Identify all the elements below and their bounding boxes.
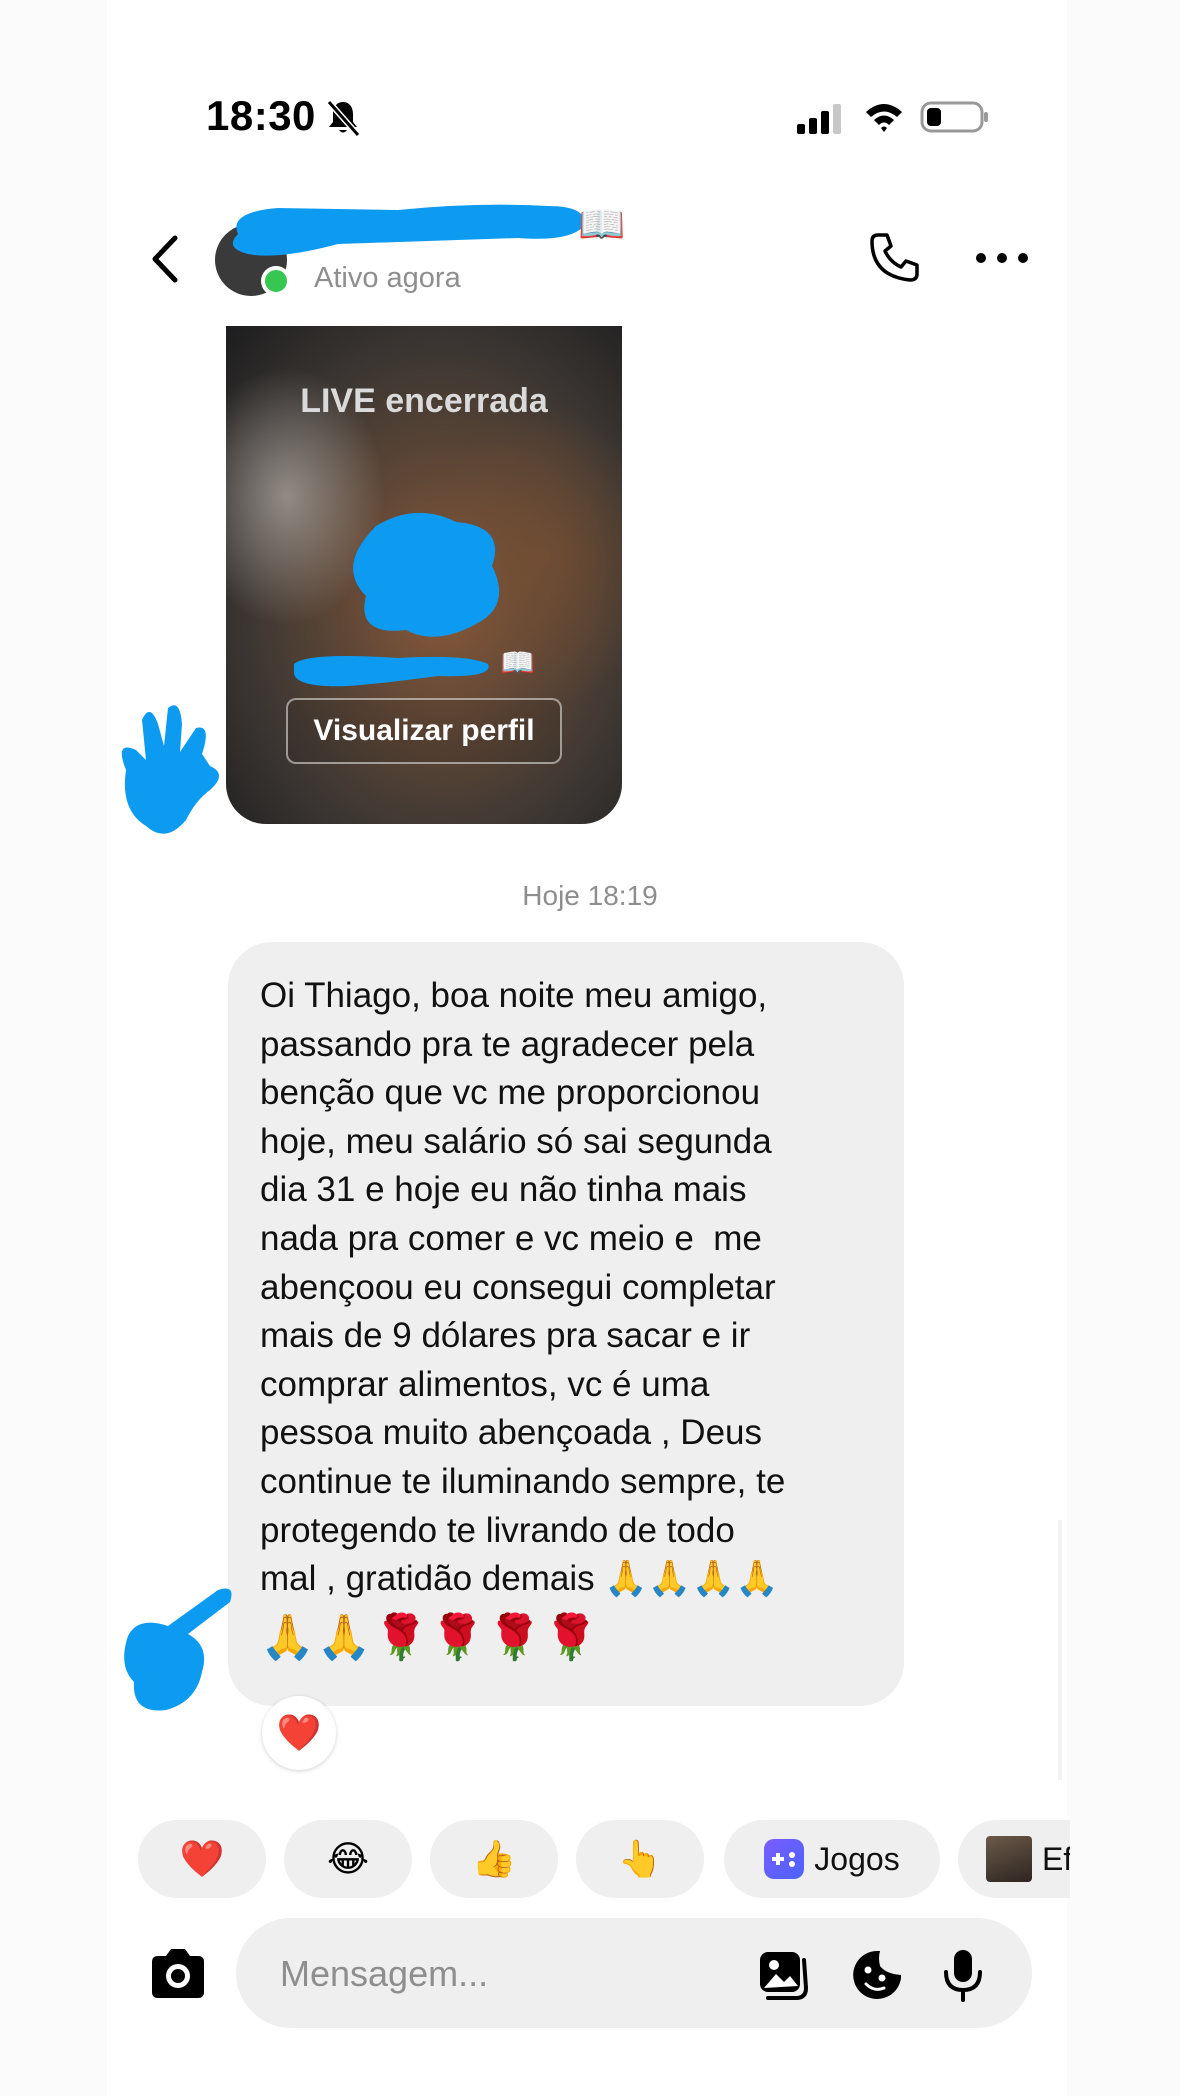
quick-reaction-point-up[interactable]: 👆 bbox=[576, 1820, 704, 1898]
silent-bell-icon bbox=[326, 100, 361, 137]
wifi-icon bbox=[866, 104, 902, 132]
gallery-icon[interactable] bbox=[756, 1948, 810, 2002]
sticker-icon[interactable] bbox=[850, 1948, 904, 2002]
contact-name-emoji: 📖 bbox=[578, 204, 626, 246]
received-message-bubble[interactable]: Oi Thiago, boa noite meu amigo, passando… bbox=[228, 942, 904, 1706]
back-chevron-icon[interactable] bbox=[145, 232, 185, 286]
sender-avatar-redaction bbox=[121, 705, 219, 834]
view-profile-button[interactable]: Visualizar perfil bbox=[286, 698, 562, 764]
games-chip[interactable]: Jogos bbox=[724, 1820, 940, 1898]
message-composer bbox=[236, 1918, 1032, 2028]
message-timestamp: Hoje 18:19 bbox=[522, 880, 658, 911]
left-margin bbox=[0, 0, 107, 2096]
cellular-signal-icon bbox=[797, 104, 841, 134]
camera-icon[interactable] bbox=[148, 1946, 208, 2002]
gamepad-icon bbox=[764, 1839, 805, 1879]
live-name-emoji: 📖 bbox=[500, 647, 535, 678]
status-time: 18:30 bbox=[206, 92, 316, 139]
quick-reactions-bar: ❤️ 😂 👍 👆 Jogos Ef bbox=[138, 1820, 1070, 1898]
live-ended-card[interactable]: LIVE encerrada 📖 Visualizar perfil bbox=[226, 326, 622, 824]
scrollbar[interactable] bbox=[1058, 1520, 1062, 1780]
heart-reaction[interactable]: ❤️ bbox=[262, 1696, 336, 1770]
phone-call-icon[interactable] bbox=[866, 230, 922, 286]
battery-icon bbox=[920, 101, 988, 133]
more-options-icon[interactable] bbox=[975, 246, 1029, 270]
live-ended-title: LIVE encerrada bbox=[300, 382, 548, 420]
effects-label: Ef bbox=[1042, 1840, 1070, 1877]
contact-status: Ativo agora bbox=[314, 262, 461, 294]
games-label: Jogos bbox=[814, 1840, 900, 1877]
live-avatar-redaction bbox=[353, 512, 500, 637]
online-indicator bbox=[261, 266, 291, 296]
effects-chip[interactable]: Ef bbox=[958, 1820, 1070, 1898]
sender-avatar-redaction bbox=[124, 1588, 232, 1711]
message-text: Oi Thiago, boa noite meu amigo, passando… bbox=[260, 976, 786, 1599]
message-emoji-line: 🙏🙏🌹🌹🌹🌹 bbox=[260, 1612, 601, 1662]
quick-reaction-heart[interactable]: ❤️ bbox=[138, 1820, 266, 1898]
quick-reaction-laugh[interactable]: 😂 bbox=[284, 1820, 412, 1898]
effect-thumbnail bbox=[986, 1836, 1032, 1882]
contact-name-redaction bbox=[232, 204, 585, 256]
right-margin bbox=[1067, 0, 1180, 2096]
live-name-redaction bbox=[294, 656, 489, 687]
microphone-icon[interactable] bbox=[936, 1948, 990, 2002]
message-input[interactable] bbox=[278, 1946, 722, 2002]
quick-reaction-thumbs-up[interactable]: 👍 bbox=[430, 1820, 558, 1898]
